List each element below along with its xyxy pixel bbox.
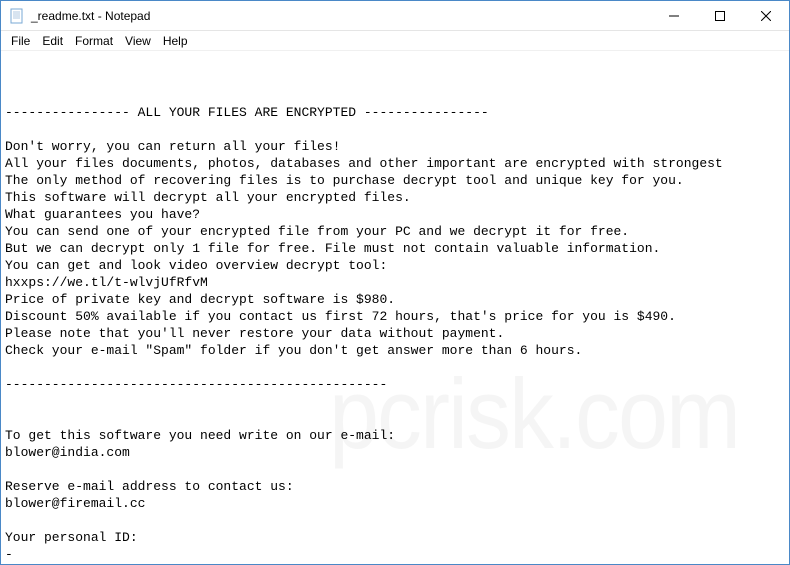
text-line: The only method of recovering files is t… — [5, 172, 785, 189]
text-line: Don't worry, you can return all your fil… — [5, 138, 785, 155]
text-line — [5, 410, 785, 427]
menu-edit[interactable]: Edit — [36, 32, 69, 50]
text-line: Discount 50% available if you contact us… — [5, 308, 785, 325]
notepad-window: _readme.txt - Notepad File Edit Format V… — [0, 0, 790, 565]
titlebar[interactable]: _readme.txt - Notepad — [1, 1, 789, 31]
menu-view[interactable]: View — [119, 32, 157, 50]
text-line: ---------------- ALL YOUR FILES ARE ENCR… — [5, 104, 785, 121]
text-line: blower@firemail.cc — [5, 495, 785, 512]
text-line: But we can decrypt only 1 file for free.… — [5, 240, 785, 257]
text-line: - — [5, 546, 785, 563]
text-line — [5, 359, 785, 376]
text-line: hxxps://we.tl/t-wlvjUfRfvM — [5, 274, 785, 291]
menu-format[interactable]: Format — [69, 32, 119, 50]
notepad-icon — [9, 8, 25, 24]
text-area[interactable]: pcrisk.com ---------------- ALL YOUR FIL… — [1, 51, 789, 564]
text-line: You can send one of your encrypted file … — [5, 223, 785, 240]
menu-file[interactable]: File — [5, 32, 36, 50]
minimize-button[interactable] — [651, 1, 697, 30]
text-line: To get this software you need write on o… — [5, 427, 785, 444]
close-button[interactable] — [743, 1, 789, 30]
text-line: Reserve e-mail address to contact us: — [5, 478, 785, 495]
text-line: Your personal ID: — [5, 529, 785, 546]
text-line: This software will decrypt all your encr… — [5, 189, 785, 206]
window-controls — [651, 1, 789, 30]
text-line: What guarantees you have? — [5, 206, 785, 223]
text-line: Price of private key and decrypt softwar… — [5, 291, 785, 308]
text-line — [5, 512, 785, 529]
text-line: All your files documents, photos, databa… — [5, 155, 785, 172]
menubar: File Edit Format View Help — [1, 31, 789, 51]
text-line — [5, 461, 785, 478]
text-line — [5, 121, 785, 138]
menu-help[interactable]: Help — [157, 32, 194, 50]
text-line: ----------------------------------------… — [5, 376, 785, 393]
text-line: Please note that you'll never restore yo… — [5, 325, 785, 342]
text-line: You can get and look video overview decr… — [5, 257, 785, 274]
text-line — [5, 393, 785, 410]
maximize-button[interactable] — [697, 1, 743, 30]
window-title: _readme.txt - Notepad — [31, 9, 651, 23]
text-line: blower@india.com — [5, 444, 785, 461]
text-line: Check your e-mail "Spam" folder if you d… — [5, 342, 785, 359]
